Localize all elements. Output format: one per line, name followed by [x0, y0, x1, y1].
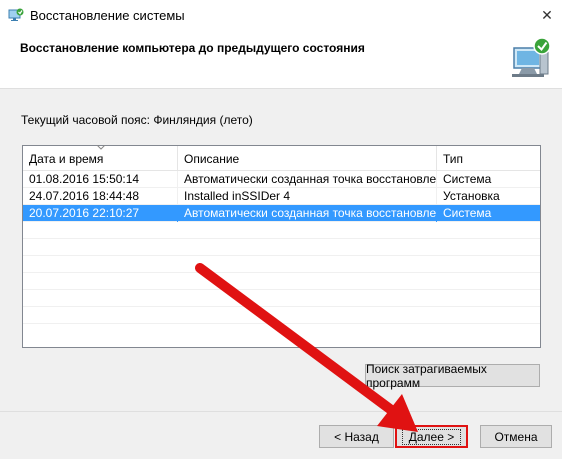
back-button[interactable]: < Назад: [319, 425, 394, 448]
cell-date: 01.08.2016 15:50:14: [23, 171, 178, 188]
empty-row: [23, 256, 540, 273]
page-heading: Восстановление компьютера до предыдущего…: [20, 41, 365, 55]
next-button-label: Далее >: [401, 428, 462, 445]
wizard-footer: < Назад Далее > Отмена: [0, 411, 562, 459]
cell-type: Система: [443, 206, 492, 220]
cell-date: 24.07.2016 18:44:48: [23, 188, 178, 205]
empty-row: [23, 222, 540, 239]
wizard-body: Текущий часовой пояс: Финляндия (лето) Д…: [0, 88, 562, 411]
computer-restore-icon: [512, 37, 551, 77]
table-row[interactable]: 01.08.2016 15:50:14 Автоматически создан…: [23, 171, 540, 188]
empty-row: [23, 307, 540, 324]
column-header-date[interactable]: Дата и время: [23, 145, 178, 171]
empty-row: [23, 324, 540, 341]
title-bar: Восстановление системы ✕: [0, 0, 562, 30]
scan-affected-programs-button[interactable]: Поиск затрагиваемых программ: [365, 362, 540, 390]
sort-descending-icon: [97, 145, 105, 150]
table-row[interactable]: 24.07.2016 18:44:48 Installed inSSIDer 4…: [23, 188, 540, 205]
cell-date: 20.07.2016 22:10:27: [23, 205, 178, 222]
cell-type: Установка: [443, 189, 500, 203]
empty-row: [23, 290, 540, 307]
wizard-header: Восстановление компьютера до предыдущего…: [0, 30, 562, 88]
close-button[interactable]: ✕: [532, 0, 562, 30]
restore-points-table[interactable]: Дата и время Описание Тип 01.08.2016 15:…: [22, 145, 541, 348]
table-header: Дата и время Описание Тип: [23, 145, 540, 171]
cell-type: Система: [443, 172, 492, 186]
empty-row: [23, 239, 540, 256]
empty-row: [23, 273, 540, 290]
column-header-description[interactable]: Описание: [178, 146, 437, 171]
window-title: Восстановление системы: [30, 8, 185, 23]
close-icon: ✕: [541, 6, 553, 23]
column-header-type[interactable]: Тип: [437, 146, 540, 171]
cancel-button[interactable]: Отмена: [480, 425, 552, 448]
cell-description: Installed inSSIDer 4: [178, 188, 437, 205]
cell-description: Автоматически созданная точка восстановл…: [178, 205, 437, 222]
cell-description: Автоматически созданная точка восстановл…: [178, 171, 437, 188]
timezone-label: Текущий часовой пояс: Финляндия (лето): [21, 113, 253, 127]
next-button[interactable]: Далее >: [395, 425, 468, 448]
system-restore-icon: [8, 8, 24, 21]
table-row-selected[interactable]: 20.07.2016 22:10:27 Автоматически создан…: [23, 205, 540, 222]
